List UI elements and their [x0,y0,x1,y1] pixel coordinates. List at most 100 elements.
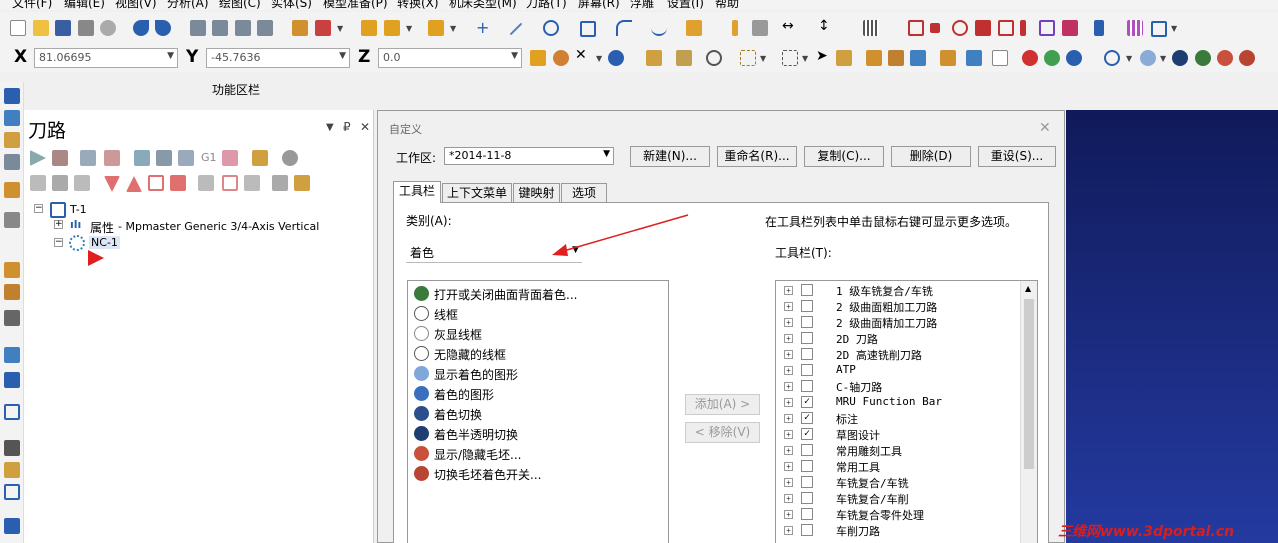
expand-icon[interactable]: + [784,494,793,503]
pencil-edit-icon[interactable] [384,20,400,36]
solid-box-icon[interactable] [190,20,206,36]
solid-box-side-icon[interactable] [4,262,20,278]
move-select-icon[interactable] [966,50,982,66]
help-icon[interactable] [608,50,624,66]
toolbar-checkbox[interactable] [801,300,813,312]
panel-menu-button[interactable]: ▼ [326,122,334,133]
stock-shade-toolbar-icon[interactable] [1239,50,1255,66]
toolbar-checkbox[interactable] [801,476,813,488]
ok-icon[interactable] [1044,50,1060,66]
xform-project-icon[interactable] [1062,20,1078,36]
face-select-icon[interactable] [866,50,882,66]
workspace-select[interactable]: *2014-11-8 ▼ [444,147,614,165]
panel-pin-button[interactable]: ₽ [343,120,351,134]
layout-icon[interactable] [4,484,20,500]
model-icon[interactable] [4,462,20,478]
y-coordinate-field[interactable]: -45.7636 ▼ [206,48,350,68]
chevron-down-icon[interactable]: ▼ [450,24,456,33]
expand-icon[interactable]: + [784,350,793,359]
print-preview-icon[interactable] [100,20,116,36]
toolbar-checkbox[interactable] [801,444,813,456]
sweep-icon[interactable] [4,310,20,326]
select-chain-icon[interactable] [646,50,662,66]
expand-icon[interactable]: + [784,430,793,439]
highfeed-icon[interactable] [252,150,268,166]
expand-icon[interactable]: + [784,366,793,375]
solid-fillet-icon[interactable] [235,20,251,36]
menu-file[interactable]: 文件(F) [12,0,52,10]
commands-list[interactable]: 打开或关闭曲面背面着色... 线框 灰显线框 无隐藏的线框 显示着色的图形 着色… [407,280,669,543]
window-select-icon[interactable] [782,50,798,66]
help-circle-icon[interactable] [1066,50,1082,66]
config-icon[interactable] [272,175,288,191]
new-button[interactable]: 新建(N)... [630,146,710,167]
toolbars-list[interactable]: +1 级车铣复合/车铣 +2 级曲面粗加工刀路 +2 级曲面精加工刀路 +2D … [775,280,1038,543]
expand-icon[interactable]: + [784,414,793,423]
backface-toolbar-icon[interactable] [1195,50,1211,66]
simulate-icon[interactable] [178,150,194,166]
toolbar-checkbox[interactable] [801,364,813,376]
dialog-close-icon[interactable]: ✕ [1039,120,1051,136]
collapse-icon[interactable]: − [54,238,63,247]
solid-select-icon[interactable] [836,50,852,66]
delete-entity-icon[interactable] [315,20,331,36]
globe-icon[interactable] [1104,50,1120,66]
shade-toggle-toolbar-icon[interactable] [1172,50,1188,66]
xform-offset-icon[interactable] [1020,20,1026,36]
expand-icon[interactable]: + [784,286,793,295]
dimension-v-icon[interactable]: ↕ [818,18,830,34]
toolbar-checkbox[interactable]: ✓ [801,412,813,424]
toolbar-checkbox[interactable] [801,316,813,328]
remove-button[interactable]: < 移除(V) [685,422,760,443]
select-invalid-icon[interactable] [52,150,68,166]
trim-icon[interactable] [292,20,308,36]
brush-icon[interactable] [428,20,444,36]
collapse-icon[interactable]: − [34,204,43,213]
dimension-h-icon[interactable]: ↔ [782,18,794,34]
reset-display-icon[interactable] [244,175,260,191]
xform-move-icon[interactable] [930,23,940,33]
menu-view[interactable]: 视图(V) [115,0,157,10]
sphere-icon[interactable] [1140,50,1156,66]
regen-dirty-icon[interactable] [104,150,120,166]
copy-button[interactable]: 复制(C)... [804,146,884,167]
tab-keymap[interactable]: 键映射 [513,183,560,202]
expand-icon[interactable]: + [784,510,793,519]
align-icon[interactable] [4,372,20,388]
menu-settings[interactable]: 设置(I) [667,0,704,10]
fillet-icon[interactable] [616,20,632,36]
cursor-icon[interactable]: ➤ [816,48,828,64]
toolpath-icon[interactable] [1094,20,1104,36]
menu-screen[interactable]: 屏幕(R) [578,0,620,10]
point-icon[interactable]: + [476,18,489,37]
expand-icon[interactable]: + [784,318,793,327]
solid-cyl-side-icon[interactable] [4,284,20,300]
only-display-icon[interactable] [198,175,214,191]
verify-ops-icon[interactable] [156,150,172,166]
toolbar-checkbox[interactable] [801,380,813,392]
expand-icon[interactable]: + [784,398,793,407]
toolbar-checkbox[interactable] [801,492,813,504]
menu-art[interactable]: 浮雕 [630,0,654,10]
expand-icon[interactable]: + [784,446,793,455]
scrollbar[interactable]: ▲ [1020,281,1037,543]
solid-shell-icon[interactable] [257,20,273,36]
toggle-display-icon[interactable] [52,175,68,191]
stop-icon[interactable] [1022,50,1038,66]
xform-rotate-icon[interactable] [952,20,968,36]
stock-model-icon[interactable] [294,175,310,191]
toolpath-manager-icon[interactable] [4,88,20,104]
tree-nc[interactable]: NC-1 [89,236,120,249]
verify-icon[interactable] [706,50,722,66]
tree-properties[interactable]: 属性 [90,219,114,236]
add-button[interactable]: 添加(A) > [685,394,760,415]
clear-icon[interactable]: ✕ [575,47,587,63]
new-file-icon[interactable] [10,20,26,36]
edge-select-icon[interactable] [910,50,926,66]
g1-post-icon[interactable]: G1 [201,151,217,164]
save-icon[interactable] [55,20,71,36]
toolbar-checkbox[interactable] [801,332,813,344]
display-selected-icon[interactable] [222,175,238,191]
toggle-post-icon[interactable] [74,175,90,191]
body-select-icon[interactable] [888,50,904,66]
